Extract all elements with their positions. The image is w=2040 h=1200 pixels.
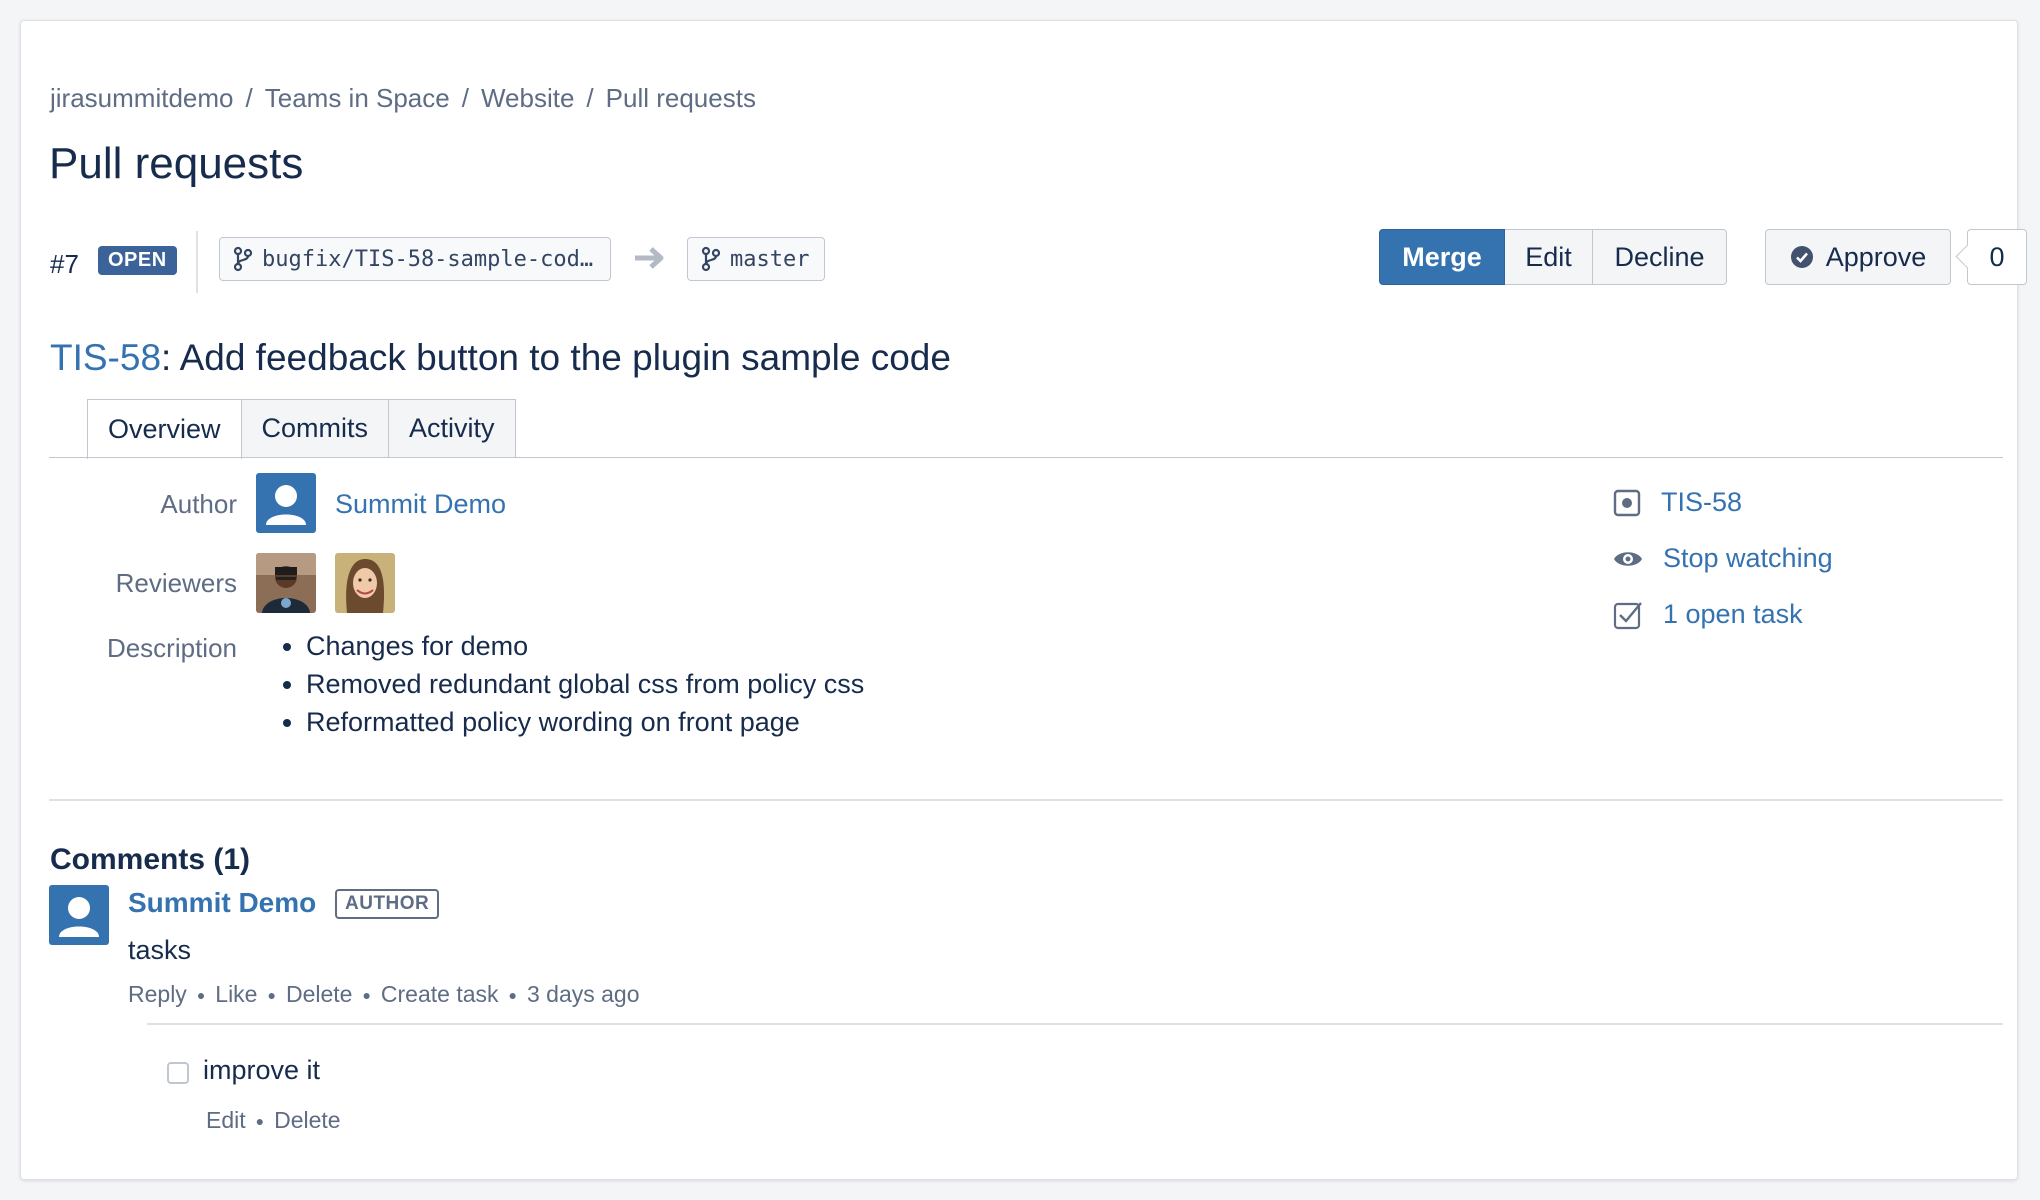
task-checkbox-icon xyxy=(1613,601,1642,629)
approve-label: Approve xyxy=(1825,241,1927,272)
description-list: Changes for demo Removed redundant globa… xyxy=(268,627,864,741)
list-item: Changes for demo xyxy=(306,627,864,665)
delete-link[interactable]: Delete xyxy=(286,981,352,1008)
author-badge: AUTHOR xyxy=(335,889,440,919)
task-actions: Edit ● Delete xyxy=(206,1107,341,1134)
tab-overview[interactable]: Overview xyxy=(87,399,242,459)
target-branch-name: master xyxy=(730,246,810,272)
dot-separator: ● xyxy=(267,986,276,1003)
pr-action-buttons: Merge Edit Decline xyxy=(1379,229,1727,285)
check-circle-icon xyxy=(1790,246,1813,268)
author-label: Author xyxy=(160,489,237,519)
branch-icon xyxy=(233,246,253,272)
user-icon xyxy=(266,485,306,525)
dot-separator: ● xyxy=(255,1112,265,1129)
pr-issue-link[interactable]: TIS-58 xyxy=(50,337,161,378)
pr-title: TIS-58: Add feedback button to the plugi… xyxy=(50,337,951,379)
status-badge: OPEN xyxy=(98,246,177,275)
branch-icon xyxy=(701,246,721,272)
jira-issue-link[interactable]: TIS-58 xyxy=(1613,487,1742,518)
divider xyxy=(49,799,2003,801)
stop-watching-link[interactable]: Stop watching xyxy=(1613,543,1833,574)
create-task-link[interactable]: Create task xyxy=(381,981,499,1008)
pull-request-card: jirasummitdemo / Teams in Space / Website / Pu… xyxy=(20,20,2027,1180)
source-branch[interactable]: bugfix/TIS-58-sample-cod… xyxy=(219,237,611,281)
tab-bar: Overview Commits Activity xyxy=(87,399,516,459)
breadcrumb-project[interactable]: jirasummitdemo xyxy=(50,83,234,113)
jira-issue-key: TIS-58 xyxy=(1661,487,1743,517)
pr-number: #7 xyxy=(50,249,79,279)
dot-separator: ● xyxy=(362,986,371,1003)
reply-link[interactable]: Reply xyxy=(128,981,187,1008)
dot-separator: ● xyxy=(508,986,517,1003)
task-text: improve it xyxy=(203,1055,321,1085)
list-item: Reformatted policy wording on front page xyxy=(306,703,864,741)
reviewer-avatar[interactable] xyxy=(335,553,395,613)
pr-title-text: : Add feedback button to the plugin samp… xyxy=(161,337,951,378)
tab-underline xyxy=(49,457,2003,458)
comment-actions: Reply ● Like ● Delete ● Create task ● 3 … xyxy=(128,981,640,1008)
task-checkbox[interactable] xyxy=(167,1062,189,1084)
comments-heading: Comments (1) xyxy=(50,843,251,876)
like-link[interactable]: Like xyxy=(215,981,257,1008)
reviewer-avatar[interactable] xyxy=(256,553,316,613)
list-item: Removed redundant global css from policy… xyxy=(306,665,864,703)
reviewer-photo xyxy=(335,553,395,613)
tab-commits[interactable]: Commits xyxy=(241,399,390,457)
user-icon xyxy=(59,897,99,937)
edit-button[interactable]: Edit xyxy=(1505,229,1593,285)
divider xyxy=(147,1023,2003,1025)
breadcrumb-pull-requests[interactable]: Pull requests xyxy=(606,83,756,113)
task-delete-link[interactable]: Delete xyxy=(274,1107,340,1134)
source-branch-name: bugfix/TIS-58-sample-cod… xyxy=(262,246,594,272)
breadcrumb-separator: / xyxy=(461,83,469,113)
merge-button[interactable]: Merge xyxy=(1379,229,1505,285)
tab-activity[interactable]: Activity xyxy=(389,399,516,457)
breadcrumb-separator: / xyxy=(586,83,594,113)
author-link[interactable]: Summit Demo xyxy=(335,489,506,520)
target-branch[interactable]: master xyxy=(687,237,825,281)
arrow-right-icon xyxy=(635,247,664,269)
breadcrumb-team[interactable]: Teams in Space xyxy=(265,83,450,113)
avatar[interactable] xyxy=(256,473,316,533)
breadcrumb: jirasummitdemo / Teams in Space / Website / Pu… xyxy=(50,83,756,114)
reviewer-photo xyxy=(256,553,316,613)
stop-watching-label: Stop watching xyxy=(1663,543,1833,573)
comment-text: tasks xyxy=(128,935,192,965)
jira-issue-icon xyxy=(1613,489,1641,516)
description-label: Description xyxy=(106,633,237,663)
comment-author-link[interactable]: Summit Demo xyxy=(128,887,316,919)
approve-button[interactable]: Approve xyxy=(1765,229,1951,285)
page-title: Pull requests xyxy=(49,139,304,188)
comment-timestamp[interactable]: 3 days ago xyxy=(527,981,640,1008)
eye-icon xyxy=(1614,551,1642,566)
open-tasks-link[interactable]: 1 open task xyxy=(1613,599,1803,630)
decline-button[interactable]: Decline xyxy=(1593,229,1727,285)
approval-count: 0 xyxy=(1967,229,2027,285)
breadcrumb-separator: / xyxy=(245,83,253,113)
breadcrumb-repo[interactable]: Website xyxy=(481,83,574,113)
divider xyxy=(196,231,198,293)
dot-separator: ● xyxy=(196,986,206,1003)
task-edit-link[interactable]: Edit xyxy=(206,1107,246,1134)
reviewers-label: Reviewers xyxy=(115,568,237,598)
open-tasks-label: 1 open task xyxy=(1663,599,1803,629)
avatar[interactable] xyxy=(49,885,109,945)
